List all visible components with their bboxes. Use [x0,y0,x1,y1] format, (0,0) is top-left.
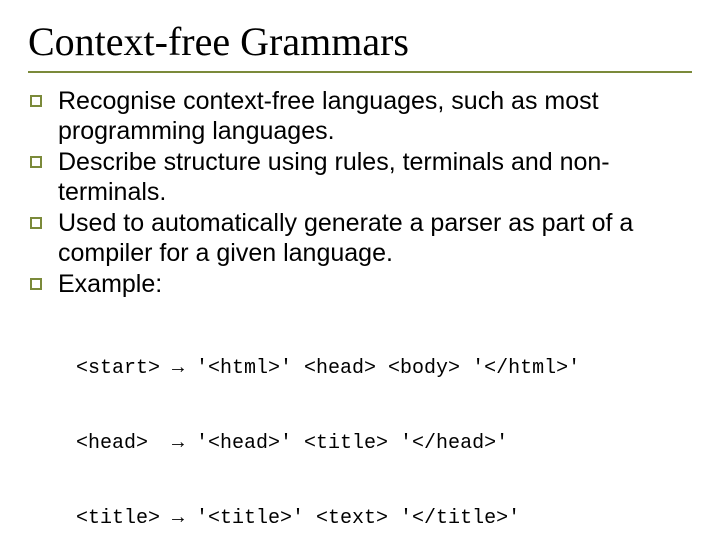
bullet-square-icon [30,278,42,290]
bullet-text: Example: [58,270,162,298]
grammar-row: <title> → '<title>' <text> '</title>' [76,506,692,531]
bullet-item: Describe structure using rules, terminal… [28,148,692,207]
bullet-text: Describe structure using rules, terminal… [58,148,610,206]
bullet-text: Recognise context-free languages, such a… [58,87,599,145]
grammar-row: <start> → '<html>' <head> <body> '</html… [76,356,692,381]
bullet-item: Recognise context-free languages, such a… [28,87,692,146]
bullet-item: Used to automatically generate a parser … [28,209,692,268]
bullet-list: Recognise context-free languages, such a… [28,87,692,300]
grammar-block: <start> → '<html>' <head> <body> '</html… [76,306,692,540]
slide: Context-free Grammars Recognise context-… [0,0,720,540]
grammar-row: <head> → '<head>' <title> '</head>' [76,431,692,456]
bullet-item: Example: [28,270,692,300]
bullet-square-icon [30,95,42,107]
bullet-square-icon [30,217,42,229]
slide-title: Context-free Grammars [28,18,692,65]
bullet-text: Used to automatically generate a parser … [58,209,633,267]
bullet-square-icon [30,156,42,168]
title-underline [28,71,692,73]
